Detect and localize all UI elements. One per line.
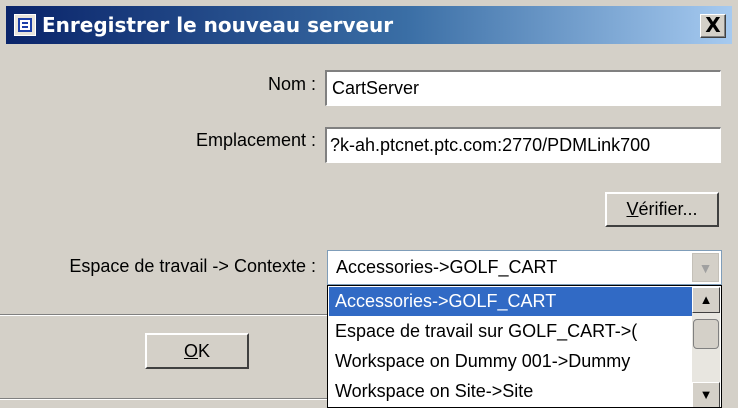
close-button[interactable]: X: [700, 14, 726, 38]
ok-button[interactable]: OK: [145, 333, 249, 369]
scrollbar-thumb[interactable]: [693, 319, 719, 349]
chevron-down-icon[interactable]: ▼: [692, 253, 719, 282]
verify-button-label: érifier...: [638, 199, 698, 219]
list-item[interactable]: Workspace on Site->Site: [329, 377, 692, 406]
context-dropdown-list[interactable]: Accessories->GOLF_CART Espace de travail…: [327, 285, 722, 408]
context-select-value: Accessories->GOLF_CART: [336, 257, 558, 277]
name-field[interactable]: CartServer: [325, 70, 721, 106]
arrow-up-icon[interactable]: ▲: [692, 287, 720, 313]
name-label: Nom :: [267, 74, 316, 94]
separator: [0, 398, 327, 400]
context-label: Espace de travail -> Contexte :: [69, 256, 316, 276]
list-item[interactable]: Workspace on Dummy 001->Dummy: [329, 347, 692, 376]
ok-button-label: K: [198, 341, 211, 361]
list-item[interactable]: Accessories->GOLF_CART: [329, 287, 692, 316]
separator: [0, 314, 327, 316]
window-app-icon: [14, 14, 36, 36]
dropdown-scrollbar[interactable]: ▲ ▼: [692, 287, 720, 407]
arrow-down-icon[interactable]: ▼: [692, 382, 720, 407]
window-title: Enregistrer le nouveau serveur: [42, 13, 394, 37]
context-select[interactable]: Accessories->GOLF_CART ▼: [327, 250, 722, 285]
title-bar[interactable]: Enregistrer le nouveau serveur X: [6, 6, 732, 44]
verify-button-mnemonic: V: [626, 199, 639, 219]
location-field[interactable]: ?k-ah.ptcnet.ptc.com:2770/PDMLink700: [325, 127, 721, 163]
location-label: Emplacement :: [195, 130, 316, 150]
register-server-dialog: Enregistrer le nouveau serveur X Nom : C…: [0, 0, 738, 408]
ok-button-mnemonic: O: [183, 341, 198, 361]
list-item[interactable]: Espace de travail sur GOLF_CART->(: [329, 317, 692, 346]
verify-button[interactable]: Vérifier...: [605, 192, 719, 227]
